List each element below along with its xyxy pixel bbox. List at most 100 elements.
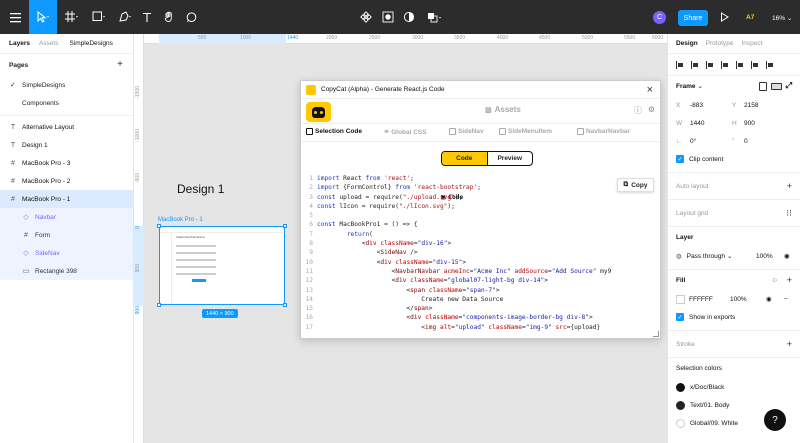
subtab-navbarnavbar[interactable]: NavbarNavbar: [577, 128, 630, 135]
multiplayer-indicator[interactable]: A7: [746, 14, 754, 21]
eye-icon[interactable]: ◉: [766, 295, 772, 303]
tab-assets-plugin[interactable]: ▨ Assets: [485, 105, 521, 114]
canvas-design-title[interactable]: Design 1: [177, 182, 224, 196]
subtab-sidemenuitem[interactable]: SideMenuItem: [499, 128, 552, 135]
toggle-preview[interactable]: Preview: [488, 152, 533, 165]
mask-icon[interactable]: [380, 0, 396, 34]
landscape-icon[interactable]: [770, 83, 782, 90]
clip-content-row[interactable]: ✓ Clip content: [668, 150, 800, 168]
selection-color-row[interactable]: x/Doc/Black: [668, 378, 800, 396]
layer-sidenav[interactable]: ◇ SideNav: [0, 244, 133, 262]
rotation-input[interactable]: 0°: [690, 138, 696, 145]
close-icon[interactable]: ×: [647, 84, 653, 96]
code-editor[interactable]: 1 import React from 'react'; 2 import {Form…: [301, 175, 660, 333]
fill-swatch[interactable]: [676, 294, 685, 304]
radius-input[interactable]: 0: [744, 138, 748, 145]
styles-icon[interactable]: ⁘: [771, 276, 778, 285]
align-left-icon[interactable]: [676, 60, 685, 69]
resize-handle[interactable]: [283, 224, 287, 228]
subtab-global-css[interactable]: ⌯ Global CSS: [384, 128, 427, 136]
copy-button[interactable]: ⧉ Copy: [617, 178, 654, 192]
tab-assets[interactable]: Assets: [39, 40, 59, 47]
show-exports-row[interactable]: ✓ Show in exports: [668, 308, 800, 326]
add-page-icon[interactable]: +: [117, 59, 123, 70]
subtab-selection-code[interactable]: Selection Code: [306, 128, 362, 135]
figma-logo-icon[interactable]: [6, 0, 24, 34]
contrast-icon[interactable]: [401, 0, 417, 34]
layer-macbook-pro-1[interactable]: # MacBook Pro - 1: [0, 190, 133, 208]
x-input[interactable]: -883: [690, 102, 703, 109]
subtab-sidenav[interactable]: SideNav: [449, 128, 484, 135]
layer-design-1[interactable]: T Design 1: [0, 136, 133, 154]
tab-inspect[interactable]: Inspect: [742, 40, 763, 47]
macbook-pro-1-frame[interactable]: Create New Data Source: [159, 226, 285, 305]
comment-tool-icon[interactable]: [183, 0, 199, 34]
layout-grid-heading[interactable]: Layout grid ⁝⁝: [668, 200, 800, 226]
toggle-code[interactable]: Code: [442, 152, 488, 165]
resize-corner-icon[interactable]: [653, 331, 659, 337]
boolean-icon[interactable]: [424, 0, 446, 34]
fill-opacity-input[interactable]: 100%: [730, 296, 747, 303]
pen-tool-icon[interactable]: [113, 0, 137, 34]
fill-hex-input[interactable]: FFFFFF: [689, 296, 713, 303]
align-right-icon[interactable]: [706, 60, 715, 69]
blend-mode-select[interactable]: Pass through: [687, 253, 725, 260]
color-swatch[interactable]: [676, 400, 685, 410]
resize-handle[interactable]: [157, 224, 161, 228]
layer-macbook-pro-3[interactable]: # MacBook Pro - 3: [0, 154, 133, 172]
frame-heading[interactable]: Frame ⌄ ⤢: [668, 76, 800, 96]
resize-handle[interactable]: [283, 303, 287, 307]
hand-tool-icon[interactable]: [161, 0, 177, 34]
checkbox-checked-icon[interactable]: ✓: [676, 313, 684, 321]
tab-design[interactable]: Design: [676, 40, 698, 47]
add-icon[interactable]: +: [787, 275, 792, 285]
help-icon[interactable]: ⓘ: [634, 105, 642, 116]
tab-prototype[interactable]: Prototype: [706, 40, 734, 47]
frame-label[interactable]: MacBook Pro - 1: [158, 217, 203, 223]
share-button[interactable]: Share: [678, 10, 708, 26]
shape-tool-icon[interactable]: [87, 0, 111, 34]
zoom-level[interactable]: 16% ⌄: [772, 14, 792, 22]
align-center-v-icon[interactable]: [736, 60, 745, 69]
frame-tool-icon[interactable]: [60, 0, 84, 34]
checkbox-checked-icon[interactable]: ✓: [676, 155, 684, 163]
help-button[interactable]: ?: [764, 409, 786, 431]
layer-rectangle-398[interactable]: ▭ Rectangle 398: [0, 262, 133, 280]
resize-to-fit-icon[interactable]: ⤢: [786, 82, 792, 91]
resize-handle[interactable]: [157, 303, 161, 307]
avatar[interactable]: C: [653, 11, 666, 24]
y-input[interactable]: 2158: [744, 102, 758, 109]
page-item-simpledesigns[interactable]: ✓ SimpleDesigns: [0, 76, 133, 94]
stroke-heading[interactable]: Stroke +: [668, 331, 800, 357]
auto-layout-heading[interactable]: Auto layout +: [668, 173, 800, 199]
settings-icon[interactable]: ⚙: [648, 105, 655, 116]
color-swatch[interactable]: [676, 418, 685, 428]
layer-macbook-pro-2[interactable]: # MacBook Pro - 2: [0, 172, 133, 190]
align-top-icon[interactable]: [721, 60, 730, 69]
color-swatch[interactable]: [676, 382, 685, 392]
add-icon[interactable]: +: [787, 339, 792, 349]
align-center-h-icon[interactable]: [691, 60, 700, 69]
code-line: 1 import React from 'react';: [301, 175, 660, 184]
move-tool-icon[interactable]: [29, 0, 57, 34]
text-tool-icon[interactable]: [139, 0, 155, 34]
add-icon[interactable]: +: [787, 181, 792, 191]
portrait-icon[interactable]: [758, 82, 767, 91]
distribute-icon[interactable]: [766, 60, 775, 69]
tab-layers[interactable]: Layers: [9, 40, 30, 47]
height-input[interactable]: 900: [744, 120, 755, 127]
play-icon[interactable]: [716, 0, 732, 34]
width-input[interactable]: 1440: [690, 120, 704, 127]
subtab-label: Global CSS: [391, 128, 427, 136]
align-bottom-icon[interactable]: [751, 60, 760, 69]
layer-form[interactable]: # Form: [0, 226, 133, 244]
layer-opacity-input[interactable]: 100%: [756, 253, 773, 260]
eye-icon[interactable]: ◉: [784, 252, 790, 260]
layer-alternative-layout[interactable]: T Alternative Layout: [0, 118, 133, 136]
add-icon[interactable]: ⁝⁝: [786, 208, 792, 219]
file-name[interactable]: SimpleDesigns: [69, 40, 112, 47]
component-icon[interactable]: [358, 0, 374, 34]
layer-navbar[interactable]: ◇ Navbar: [0, 208, 133, 226]
remove-icon[interactable]: −: [784, 296, 788, 303]
page-item-components[interactable]: Components: [0, 94, 133, 112]
